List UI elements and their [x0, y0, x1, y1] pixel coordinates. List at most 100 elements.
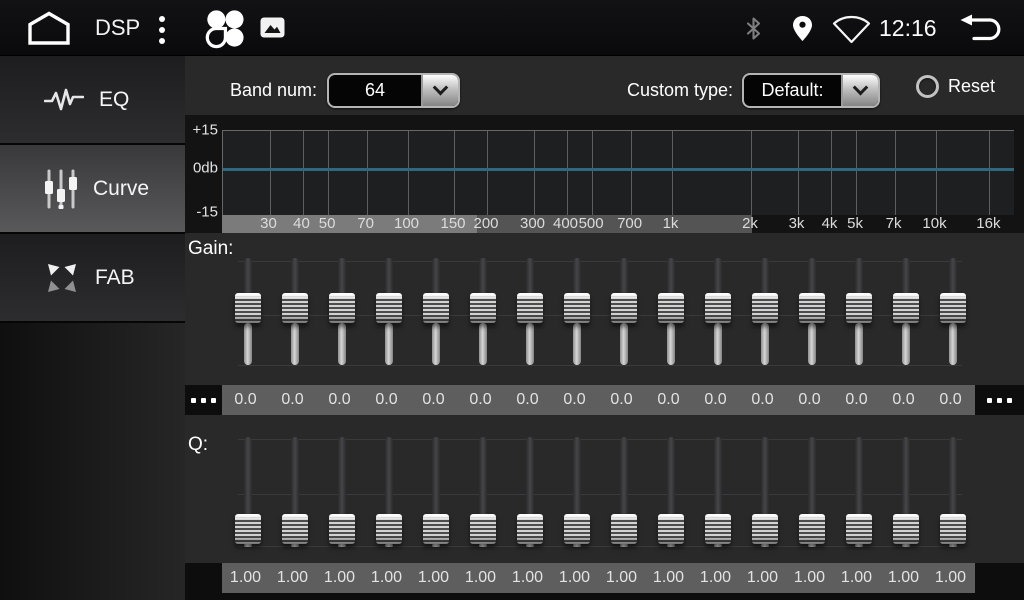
grid-line: [270, 131, 271, 215]
q-slider-14[interactable]: [835, 437, 882, 549]
slider-knob[interactable]: [893, 514, 919, 544]
gain-value-14: 0.0: [833, 385, 880, 415]
gain-more-right-button[interactable]: [975, 385, 1024, 415]
gain-slider-6[interactable]: [459, 252, 506, 370]
slider-knob[interactable]: [235, 293, 261, 323]
home-button[interactable]: [26, 10, 72, 46]
slider-knob[interactable]: [376, 514, 402, 544]
slider-track-lower: [244, 323, 252, 365]
slider-knob[interactable]: [329, 293, 355, 323]
q-slider-9[interactable]: [600, 437, 647, 549]
slider-knob[interactable]: [705, 293, 731, 323]
q-slider-2[interactable]: [271, 437, 318, 549]
slider-knob[interactable]: [517, 514, 543, 544]
slider-knob[interactable]: [940, 293, 966, 323]
gain-slider-5[interactable]: [412, 252, 459, 370]
slider-knob[interactable]: [611, 293, 637, 323]
gain-value-12: 0.0: [739, 385, 786, 415]
dsp-screen: DSP: [0, 0, 1024, 600]
gain-slider-12[interactable]: [741, 252, 788, 370]
q-slider-5[interactable]: [412, 437, 459, 549]
slider-knob[interactable]: [470, 293, 496, 323]
gain-values: 0.00.00.00.00.00.00.00.00.00.00.00.00.00…: [222, 385, 975, 415]
freq-tick-label: 2k: [742, 215, 758, 233]
band-num-select[interactable]: 64: [327, 73, 460, 108]
slider-knob[interactable]: [846, 514, 872, 544]
grid-line: [367, 131, 368, 215]
slider-knob[interactable]: [282, 514, 308, 544]
gallery-button[interactable]: [260, 17, 285, 38]
gain-slider-15[interactable]: [882, 252, 929, 370]
slider-knob[interactable]: [329, 514, 355, 544]
apps-launcher-button[interactable]: [203, 7, 245, 49]
slider-track-lower: [902, 323, 910, 365]
q-slider-11[interactable]: [694, 437, 741, 549]
q-slider-1[interactable]: [224, 437, 271, 549]
gain-slider-3[interactable]: [318, 252, 365, 370]
slider-knob[interactable]: [799, 293, 825, 323]
slider-track-lower: [667, 544, 675, 547]
kebab-menu-button[interactable]: [159, 13, 165, 46]
grid-line: [831, 131, 832, 215]
slider-knob[interactable]: [470, 514, 496, 544]
y-axis-label: -15: [185, 204, 218, 221]
slider-knob[interactable]: [564, 293, 590, 323]
slider-knob[interactable]: [940, 514, 966, 544]
gain-slider-16[interactable]: [929, 252, 976, 370]
slider-knob[interactable]: [423, 293, 449, 323]
status-bar: DSP: [0, 0, 1024, 56]
freq-tick-label: 200: [473, 215, 498, 233]
slider-knob[interactable]: [658, 514, 684, 544]
slider-knob[interactable]: [611, 514, 637, 544]
q-slider-6[interactable]: [459, 437, 506, 549]
q-slider-4[interactable]: [365, 437, 412, 549]
sidebar-item-eq[interactable]: EQ: [0, 56, 185, 145]
gain-slider-8[interactable]: [553, 252, 600, 370]
slider-knob[interactable]: [799, 514, 825, 544]
slider-knob[interactable]: [658, 293, 684, 323]
slider-knob[interactable]: [376, 293, 402, 323]
grid-line: [895, 131, 896, 215]
q-slider-10[interactable]: [647, 437, 694, 549]
slider-track-lower: [714, 544, 722, 547]
slider-knob[interactable]: [893, 293, 919, 323]
sidebar-item-curve[interactable]: Curve: [0, 145, 185, 234]
slider-knob[interactable]: [564, 514, 590, 544]
slider-knob[interactable]: [423, 514, 449, 544]
q-slider-12[interactable]: [741, 437, 788, 549]
gain-slider-7[interactable]: [506, 252, 553, 370]
freq-tick-label: 500: [579, 215, 604, 233]
gain-slider-1[interactable]: [224, 252, 271, 370]
slider-track-lower: [855, 323, 863, 365]
freq-tick-label: 30: [260, 215, 277, 233]
slider-knob[interactable]: [517, 293, 543, 323]
q-slider-7[interactable]: [506, 437, 553, 549]
back-button[interactable]: [957, 14, 1005, 42]
q-section-label: Q:: [188, 434, 208, 456]
reset-button[interactable]: Reset: [916, 75, 995, 98]
slider-knob[interactable]: [705, 514, 731, 544]
q-slider-8[interactable]: [553, 437, 600, 549]
gain-slider-4[interactable]: [365, 252, 412, 370]
custom-type-select[interactable]: Default:: [742, 73, 880, 108]
gain-slider-9[interactable]: [600, 252, 647, 370]
freq-tick-label: 100: [394, 215, 419, 233]
gain-slider-11[interactable]: [694, 252, 741, 370]
q-slider-16[interactable]: [929, 437, 976, 549]
q-slider-15[interactable]: [882, 437, 929, 549]
gain-slider-14[interactable]: [835, 252, 882, 370]
gain-slider-10[interactable]: [647, 252, 694, 370]
slider-knob[interactable]: [752, 293, 778, 323]
slider-knob[interactable]: [846, 293, 872, 323]
gain-slider-13[interactable]: [788, 252, 835, 370]
sidebar-item-fab[interactable]: FAB: [0, 234, 185, 323]
gain-more-left-button[interactable]: [185, 385, 222, 415]
q-slider-13[interactable]: [788, 437, 835, 549]
slider-knob[interactable]: [282, 293, 308, 323]
slider-knob[interactable]: [752, 514, 778, 544]
slider-knob[interactable]: [235, 514, 261, 544]
radio-icon: [916, 75, 939, 98]
q-slider-3[interactable]: [318, 437, 365, 549]
freq-tick-label: 400: [553, 215, 578, 233]
gain-slider-2[interactable]: [271, 252, 318, 370]
